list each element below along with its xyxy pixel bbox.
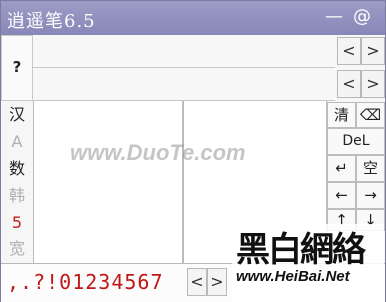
row1-next-button[interactable]: > (361, 37, 385, 65)
candidate-row-1[interactable] (33, 35, 335, 68)
punctuation-keys[interactable]: ,.?!01234567 (7, 270, 164, 294)
row1-prev-button[interactable]: < (337, 37, 361, 65)
duote-watermark: www.DuoTe.com (70, 140, 246, 165)
help-button[interactable]: ? (1, 35, 33, 101)
heibai-logo-text: 黑白網絡 (236, 230, 366, 270)
mode-column: 汉 A 数 韩 5 宽 (1, 101, 34, 263)
mode-wide-button[interactable]: 宽 (3, 237, 31, 261)
row2-next-button[interactable]: > (361, 70, 385, 98)
mode-alpha-button[interactable]: A (3, 130, 31, 154)
heibai-url: www.HeiBai.Net (236, 268, 350, 285)
enter-button[interactable]: ↵ (327, 155, 356, 182)
cursor-left-button[interactable]: ← (327, 182, 356, 209)
backspace-button[interactable]: ⌫ (356, 102, 385, 128)
mode-chinese-button[interactable]: 汉 (3, 103, 31, 127)
heibai-logo: 黑白網絡 www.HeiBai.Net (232, 224, 384, 302)
row2-prev-button[interactable]: < (337, 70, 361, 98)
clear-button[interactable]: 清 (327, 102, 356, 128)
punct-prev-button[interactable]: < (187, 268, 207, 296)
delete-button[interactable]: DeL (327, 128, 385, 155)
cursor-right-button[interactable]: → (356, 182, 385, 209)
window-title: 逍遥笔6.5 (7, 11, 96, 32)
punct-next-button[interactable]: > (207, 268, 227, 296)
space-button[interactable]: 空 (356, 155, 385, 182)
writing-pane-left[interactable] (33, 101, 183, 263)
title-bar[interactable]: 逍遥笔6.5 — @ (1, 1, 385, 35)
mode-korean-button[interactable]: 韩 (3, 184, 31, 208)
candidate-row-2[interactable] (33, 68, 335, 101)
minimize-button[interactable]: — (325, 6, 343, 27)
mode-number-button[interactable]: 数 (3, 157, 31, 181)
mode-five-button[interactable]: 5 (3, 211, 31, 235)
at-button[interactable]: @ (353, 6, 371, 27)
